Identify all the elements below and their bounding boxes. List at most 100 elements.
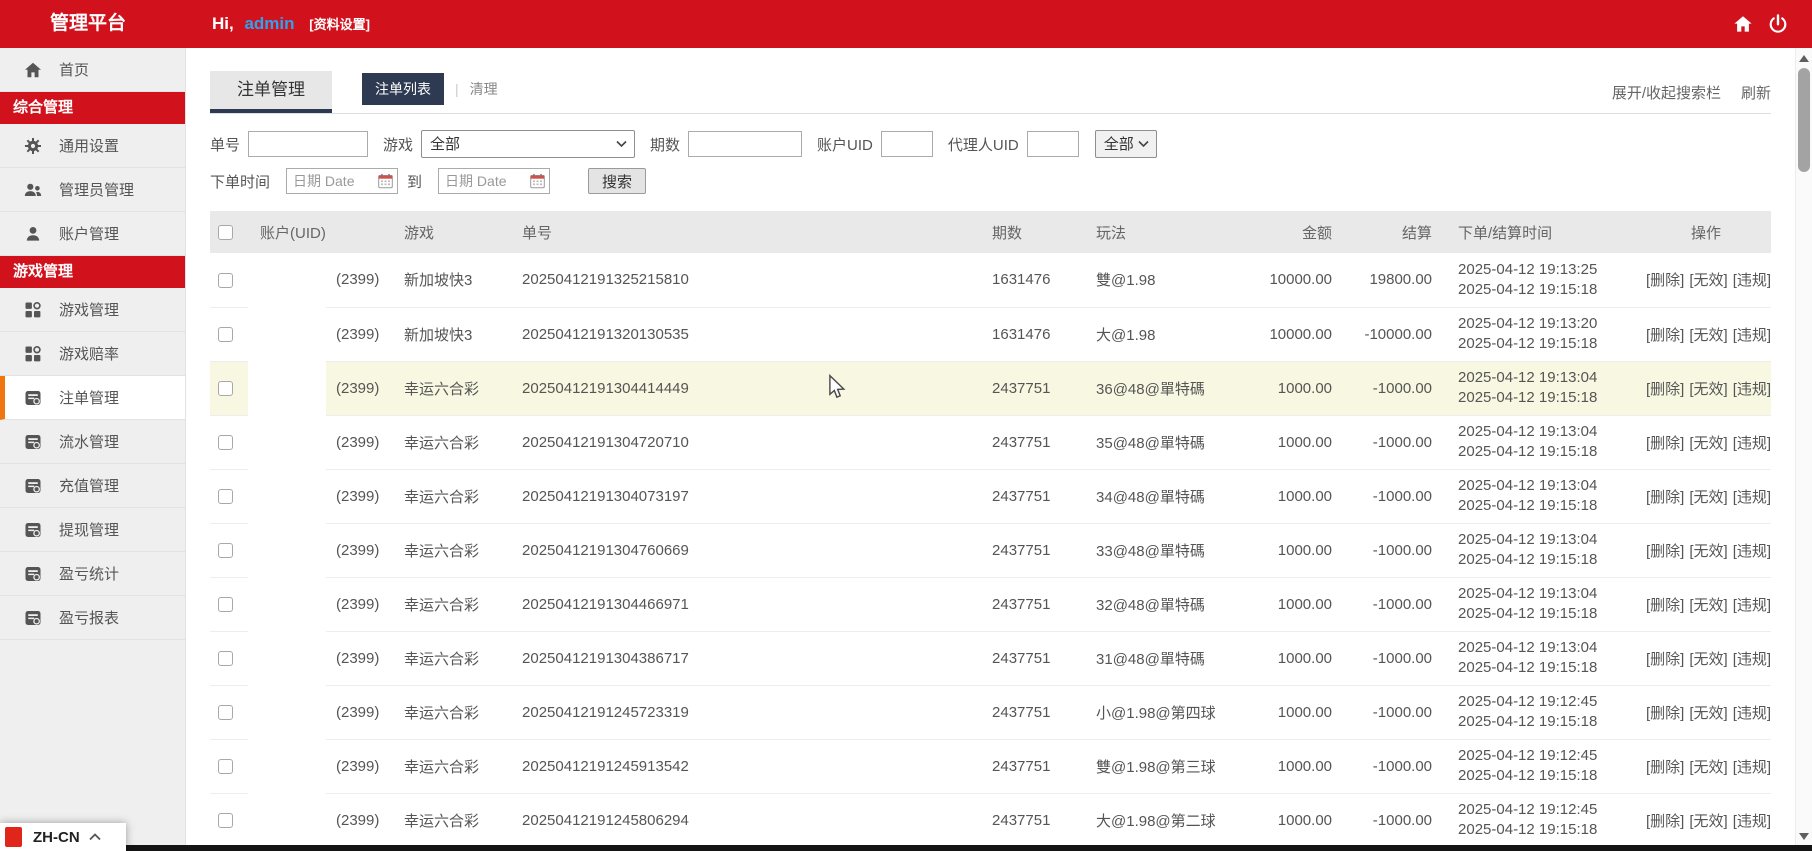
order-no-cell: 20250412191245723319 <box>510 685 981 740</box>
search-row-2: 下单时间 到 搜索 <box>210 167 1771 195</box>
sidebar-item-game-management[interactable]: 游戏管理 <box>0 288 185 332</box>
sidebar-item-home[interactable]: 首页 <box>0 48 185 92</box>
violation-action-link[interactable]: [违规] <box>1733 597 1771 614</box>
invalid-action-link[interactable]: [无效] <box>1689 813 1727 830</box>
row-checkbox[interactable] <box>218 489 233 505</box>
violation-action-link[interactable]: [违规] <box>1733 381 1771 398</box>
refresh-link[interactable]: 刷新 <box>1741 82 1771 103</box>
invalid-action-link[interactable]: [无效] <box>1689 327 1727 344</box>
delete-action-link[interactable]: [删除] <box>1646 705 1684 722</box>
row-select-cell <box>210 685 248 740</box>
vertical-scrollbar[interactable] <box>1795 48 1812 845</box>
select-all-checkbox[interactable] <box>218 225 233 241</box>
col-play: 玩法 <box>1084 211 1235 253</box>
delete-action-link[interactable]: [删除] <box>1646 759 1684 776</box>
sidebar-item-game-odds[interactable]: 游戏赔率 <box>0 332 185 376</box>
invalid-action-link[interactable]: [无效] <box>1689 489 1727 506</box>
delete-action-link[interactable]: [删除] <box>1646 813 1684 830</box>
power-icon[interactable] <box>1768 14 1788 34</box>
actions-cell: [删除] [无效] [违规] <box>1641 523 1771 578</box>
delete-action-link[interactable]: [删除] <box>1646 272 1684 289</box>
invalid-action-link[interactable]: [无效] <box>1689 435 1727 452</box>
row-checkbox[interactable] <box>218 272 233 288</box>
row-checkbox[interactable] <box>218 381 233 397</box>
invalid-action-link[interactable]: [无效] <box>1689 651 1727 668</box>
row-checkbox[interactable] <box>218 597 233 613</box>
period-cell: 2437751 <box>980 415 1085 470</box>
delete-action-link[interactable]: [删除] <box>1646 489 1684 506</box>
invalid-action-link[interactable]: [无效] <box>1689 705 1727 722</box>
violation-action-link[interactable]: [违规] <box>1733 327 1771 344</box>
game-select[interactable]: 全部 <box>421 130 636 158</box>
order-no-input[interactable] <box>248 131 369 157</box>
sidebar-item-withdraw-management[interactable]: 提现管理 <box>0 508 185 552</box>
violation-action-link[interactable]: [违规] <box>1733 705 1771 722</box>
violation-action-link[interactable]: [违规] <box>1733 435 1771 452</box>
row-select-cell <box>210 469 248 524</box>
delete-action-link[interactable]: [删除] <box>1646 651 1684 668</box>
delete-action-link[interactable]: [删除] <box>1646 597 1684 614</box>
language-selector[interactable]: ZH-CN <box>0 823 126 851</box>
row-checkbox[interactable] <box>218 327 233 343</box>
row-checkbox[interactable] <box>218 435 233 451</box>
invalid-action-link[interactable]: [无效] <box>1689 597 1727 614</box>
status-select[interactable]: 全部 <box>1094 130 1157 158</box>
sidebar-item-account-management[interactable]: 账户管理 <box>0 212 185 256</box>
violation-action-link[interactable]: [违规] <box>1733 813 1771 830</box>
invalid-action-link[interactable]: [无效] <box>1689 272 1727 289</box>
account-uid-label: 账户UID <box>817 136 873 154</box>
invalid-action-link[interactable]: [无效] <box>1689 543 1727 560</box>
caret-up-icon <box>89 833 101 841</box>
profile-settings-link[interactable]: [资料设置] <box>309 17 370 32</box>
actions-cell: [删除] [无效] [违规] <box>1641 307 1771 362</box>
delete-action-link[interactable]: [删除] <box>1646 435 1684 452</box>
period-cell: 2437751 <box>980 469 1085 524</box>
scroll-up-icon[interactable] <box>1799 55 1809 62</box>
sidebar-item-flow-management[interactable]: 流水管理 <box>0 420 185 464</box>
module-tab-bet-management[interactable]: 注单管理 <box>210 71 332 113</box>
violation-action-link[interactable]: [违规] <box>1733 651 1771 668</box>
delete-action-link[interactable]: [删除] <box>1646 327 1684 344</box>
tab-bet-list[interactable]: 注单列表 <box>362 73 444 105</box>
game-cell: 幸运六合彩 <box>392 631 511 686</box>
sidebar-item-recharge-management[interactable]: 充值管理 <box>0 464 185 508</box>
sidebar-item-general-settings[interactable]: 通用设置 <box>0 124 185 168</box>
row-checkbox[interactable] <box>218 759 233 775</box>
calendar-icon[interactable] <box>378 173 393 189</box>
toggle-search-link[interactable]: 展开/收起搜索栏 <box>1612 82 1721 103</box>
sidebar-item-admin-management[interactable]: 管理员管理 <box>0 168 185 212</box>
row-checkbox[interactable] <box>218 705 233 721</box>
violation-action-link[interactable]: [违规] <box>1733 759 1771 776</box>
settle-cell: -1000.00 <box>1346 793 1447 845</box>
sidebar-item-profit-report[interactable]: 盈亏报表 <box>0 596 185 640</box>
row-checkbox[interactable] <box>218 651 233 667</box>
settle-cell: -1000.00 <box>1346 685 1447 740</box>
sidebar-item-profit-stats[interactable]: 盈亏统计 <box>0 552 185 596</box>
play-cell: 34@48@單特碼 <box>1084 469 1235 524</box>
amount-cell: 10000.00 <box>1234 307 1347 362</box>
tab-clean[interactable]: 清理 <box>470 79 498 99</box>
row-checkbox[interactable] <box>218 543 233 559</box>
violation-action-link[interactable]: [违规] <box>1733 543 1771 560</box>
delete-action-link[interactable]: [删除] <box>1646 381 1684 398</box>
calendar-icon[interactable] <box>530 173 545 189</box>
invalid-action-link[interactable]: [无效] <box>1689 381 1727 398</box>
sidebar-item-label: 盈亏报表 <box>59 610 120 627</box>
delete-action-link[interactable]: [删除] <box>1646 543 1684 560</box>
home-icon[interactable] <box>1733 14 1753 34</box>
game-cell: 新加坡快3 <box>392 307 511 362</box>
period-input[interactable] <box>688 131 803 157</box>
invalid-action-link[interactable]: [无效] <box>1689 759 1727 776</box>
row-checkbox[interactable] <box>218 813 233 829</box>
agent-uid-input[interactable] <box>1026 131 1079 157</box>
search-button[interactable]: 搜索 <box>588 168 647 194</box>
period-cell: 1631476 <box>980 253 1085 308</box>
violation-action-link[interactable]: [违规] <box>1733 489 1771 506</box>
spacer-cell <box>248 307 326 361</box>
account-uid-input[interactable] <box>880 131 933 157</box>
scrollbar-thumb[interactable] <box>1798 68 1810 172</box>
violation-action-link[interactable]: [违规] <box>1733 272 1771 289</box>
scroll-down-icon[interactable] <box>1799 833 1809 840</box>
sidebar-item-bet-management[interactable]: 注单管理 <box>0 376 185 420</box>
time-cell: 2025-04-12 19:13:04 2025-04-12 19:15:18 <box>1446 415 1642 470</box>
